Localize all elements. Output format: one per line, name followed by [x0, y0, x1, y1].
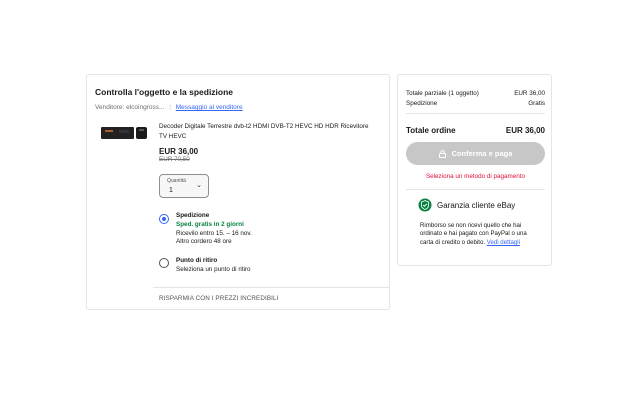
separator: | — [169, 104, 171, 111]
delivery-estimate: Ricevilo entro 15. – 16 nov. — [176, 229, 252, 237]
shipping-option-pickup[interactable]: Punto di ritiro Seleziona un punto di ri… — [176, 257, 251, 275]
product-title[interactable]: Decoder Digitale Terrestre dvb-t2 HDMI D… — [159, 122, 369, 141]
subtotal-row: Totale parziale (1 oggetto) EUR 36,00 — [406, 90, 545, 97]
guarantee-description: Rimborso se non ricevi quello che hai or… — [420, 222, 540, 247]
lock-icon — [438, 149, 446, 158]
quantity-label: Quantità — [167, 178, 186, 184]
chevron-down-icon: ⌄ — [196, 182, 202, 189]
shipping-label: Spedizione — [406, 100, 438, 107]
section-title: Controlla l'oggetto e la spedizione — [95, 87, 234, 97]
product-image[interactable] — [99, 124, 149, 142]
checkout-item-panel: Controlla l'oggetto e la spedizione Vend… — [86, 74, 390, 310]
product-old-price: EUR 70,50 — [159, 156, 190, 163]
shipping-value: Gratis — [528, 100, 545, 107]
total-value: EUR 36,00 — [505, 126, 545, 135]
details-link[interactable]: Vedi dettagli — [487, 239, 520, 246]
divider — [153, 287, 389, 288]
shipping-option-delivery[interactable]: Spedizione Sped. gratis in 2 giorni Rice… — [176, 212, 252, 247]
product-price: EUR 36,00 — [159, 147, 199, 156]
pickup-option-desc: Seleziona un punto di ritiro — [176, 265, 251, 273]
savings-banner: RISPARMIA CON I PREZZI INCREDIBILI — [159, 295, 279, 302]
divider — [406, 189, 545, 190]
confirm-and-pay-button[interactable]: Conferma e paga — [406, 142, 545, 165]
message-seller-link[interactable]: Messaggio al venditore — [176, 104, 243, 111]
total-label: Totale ordine — [406, 126, 456, 135]
total-row: Totale ordine EUR 36,00 — [406, 126, 545, 135]
order-summary-panel: Totale parziale (1 oggetto) EUR 36,00 Sp… — [397, 74, 552, 266]
divider — [406, 113, 545, 114]
guarantee-title: Garanzia cliente eBay — [437, 200, 516, 210]
shipping-radio-delivery[interactable] — [159, 214, 169, 224]
shipping-option-name: Spedizione — [176, 212, 210, 219]
shield-check-icon — [418, 198, 432, 212]
seller-row: Venditore: elcoingross... | Messaggio al… — [95, 104, 243, 111]
shipping-radio-pickup[interactable] — [159, 258, 169, 268]
ebay-guarantee: Garanzia cliente eBay — [418, 198, 515, 212]
payment-error-message: Seleziona un metodo di pagamento — [425, 173, 526, 180]
delivery-note: Altro cordero 48 ore — [176, 238, 232, 246]
free-shipping-text: Sped. gratis in 2 giorni — [176, 220, 244, 228]
seller-label: Venditore: — [95, 104, 125, 111]
subtotal-value: EUR 36,00 — [514, 90, 545, 97]
confirm-button-label: Conferma e paga — [451, 149, 513, 158]
shipping-row: Spedizione Gratis — [406, 100, 545, 107]
quantity-select[interactable]: Quantità 1 ⌄ — [159, 174, 209, 198]
seller-name: elcoingross... — [126, 104, 165, 111]
subtotal-label: Totale parziale (1 oggetto) — [406, 90, 479, 97]
pickup-option-name: Punto di ritiro — [176, 257, 218, 264]
quantity-value: 1 — [169, 187, 173, 194]
